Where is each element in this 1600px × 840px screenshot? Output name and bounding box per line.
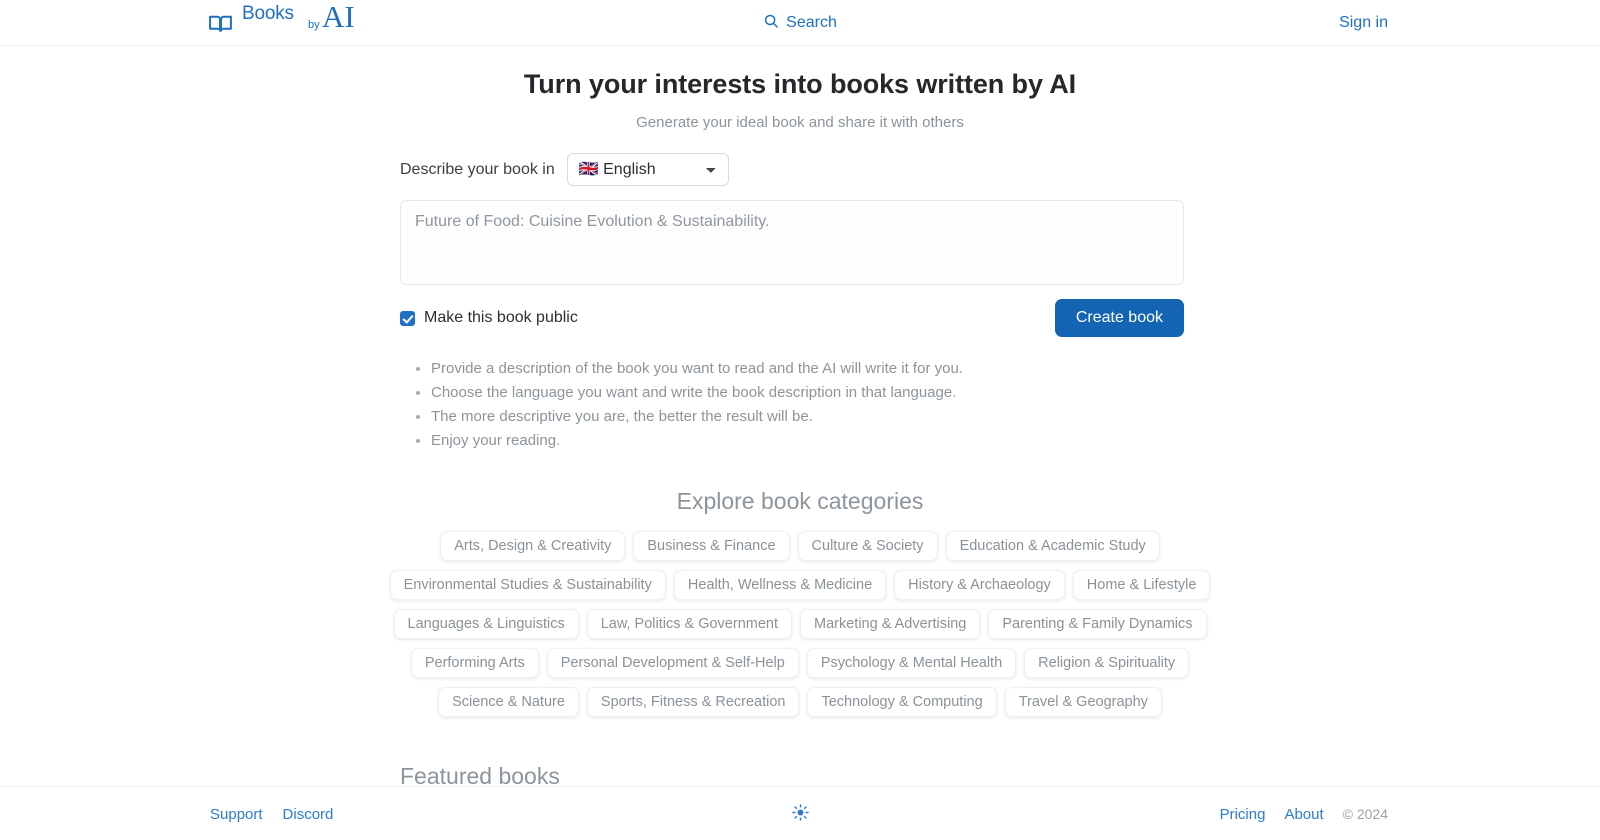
category-tag[interactable]: Languages & Linguistics — [393, 609, 579, 640]
footer-link-discord[interactable]: Discord — [283, 806, 334, 823]
category-row: Languages & Linguistics Law, Politics & … — [393, 609, 1207, 640]
footer-link-about[interactable]: About — [1284, 806, 1323, 823]
describe-label: Describe your book in — [400, 160, 555, 178]
sun-icon — [791, 804, 809, 824]
form-actions: Make this book public Create book — [400, 299, 1184, 338]
main-content: Turn your interests into books written b… — [0, 46, 1600, 786]
page-subtitle: Generate your ideal book and share it wi… — [636, 114, 964, 132]
category-tag[interactable]: Technology & Computing — [807, 687, 997, 718]
copyright-text: © 2024 — [1342, 806, 1388, 822]
category-tag[interactable]: History & Archaeology — [894, 570, 1065, 601]
language-row: Describe your book in 🇬🇧 English — [400, 153, 1200, 187]
category-tag[interactable]: Parenting & Family Dynamics — [988, 609, 1207, 640]
category-row: Arts, Design & Creativity Business & Fin… — [400, 531, 1200, 562]
category-tag[interactable]: Performing Arts — [410, 648, 539, 679]
category-tag-rows: Arts, Design & Creativity Business & Fin… — [389, 531, 1211, 718]
theme-toggle-button[interactable] — [780, 787, 820, 840]
category-tag[interactable]: Home & Lifestyle — [1072, 570, 1211, 601]
featured-books-title: Featured books — [400, 763, 560, 786]
brand-wordmark: Books by AI — [242, 0, 355, 43]
make-public-control[interactable]: Make this book public — [400, 309, 578, 327]
category-tag[interactable]: Culture & Society — [797, 531, 938, 562]
categories-title: Explore book categories — [676, 488, 924, 515]
search-label: Search — [786, 14, 837, 31]
language-select[interactable]: 🇬🇧 English — [566, 153, 729, 187]
list-item: Choose the language you want and write t… — [431, 381, 1200, 405]
category-tag[interactable]: Psychology & Mental Health — [806, 648, 1017, 679]
category-tag[interactable]: Health, Wellness & Medicine — [673, 570, 887, 601]
make-public-checkbox[interactable] — [400, 310, 415, 326]
category-tag[interactable]: Religion & Spirituality — [1024, 648, 1190, 679]
content-container: Turn your interests into books written b… — [389, 66, 1211, 786]
search-icon — [763, 13, 779, 34]
site-header: Books by AI Search Sign in — [0, 0, 1600, 46]
tips-list: Provide a description of the book you wa… — [400, 357, 1200, 452]
category-tag[interactable]: Law, Politics & Government — [586, 609, 793, 640]
category-tag[interactable]: Personal Development & Self-Help — [546, 648, 799, 679]
category-tag[interactable]: Sports, Fitness & Recreation — [586, 687, 800, 718]
brand-logo[interactable]: Books by AI — [208, 0, 355, 46]
sign-in-link[interactable]: Sign in — [1339, 0, 1388, 46]
category-tag[interactable]: Education & Academic Study — [945, 531, 1160, 562]
list-item: Provide a description of the book you wa… — [431, 357, 1200, 381]
footer-left-links: Support Discord — [210, 787, 333, 840]
category-row: Environmental Studies & Sustainability H… — [389, 570, 1211, 601]
create-book-button[interactable]: Create book — [1054, 299, 1184, 338]
search-link[interactable]: Search — [763, 0, 837, 46]
brand-word-by: by — [308, 19, 320, 31]
brand-word-books: Books — [242, 3, 294, 24]
book-description-input[interactable] — [400, 200, 1184, 286]
open-book-icon — [208, 11, 233, 36]
list-item: Enjoy your reading. — [431, 429, 1200, 453]
category-tag[interactable]: Travel & Geography — [1004, 687, 1162, 718]
page-title: Turn your interests into books written b… — [523, 69, 1077, 99]
list-item: The more descriptive you are, the better… — [431, 405, 1200, 429]
page-root: Books by AI Search Sign in Turn your int… — [0, 0, 1600, 840]
footer-right-links: Pricing About © 2024 — [1220, 787, 1388, 840]
category-tag[interactable]: Science & Nature — [438, 687, 579, 718]
category-row: Science & Nature Sports, Fitness & Recre… — [400, 687, 1200, 718]
footer-link-pricing[interactable]: Pricing — [1220, 806, 1266, 823]
category-tag[interactable]: Business & Finance — [633, 531, 790, 562]
category-tag[interactable]: Arts, Design & Creativity — [440, 531, 626, 562]
category-tag[interactable]: Marketing & Advertising — [800, 609, 981, 640]
make-public-label: Make this book public — [424, 309, 578, 327]
site-footer: Support Discord Pricing About © 2024 — [0, 786, 1600, 840]
brand-word-ai: AI — [322, 0, 355, 34]
category-tag[interactable]: Environmental Studies & Sustainability — [389, 570, 666, 601]
footer-link-support[interactable]: Support — [210, 806, 263, 823]
category-row: Performing Arts Personal Development & S… — [400, 648, 1200, 679]
